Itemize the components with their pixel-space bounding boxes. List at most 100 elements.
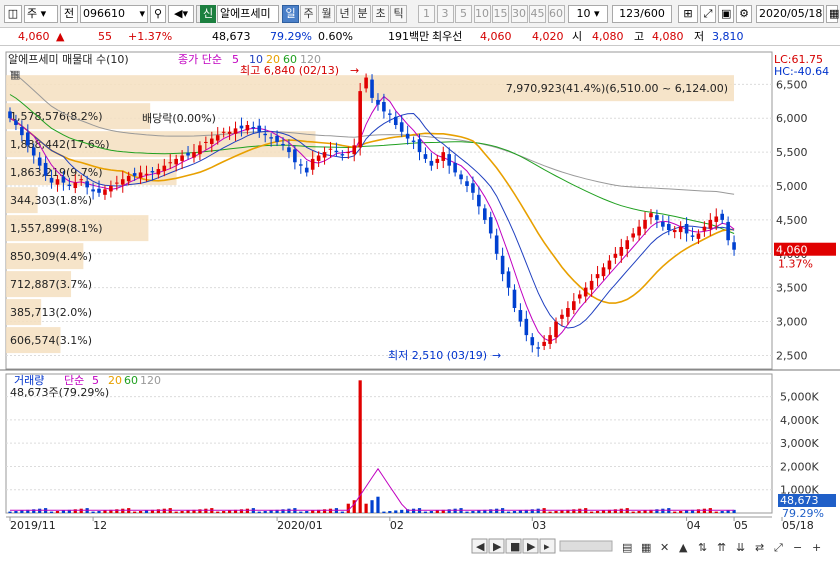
price-legend-title: 알에프세미 매물대 수(10) [8, 52, 129, 66]
candle-body [690, 235, 695, 237]
price: 4,060 [18, 30, 50, 43]
price-legend-ma-60: 60 [283, 53, 297, 66]
volume-bar [370, 500, 374, 513]
interval-select[interactable]: 10 ▾ [568, 5, 608, 23]
period-button-6[interactable]: 틱 [390, 5, 407, 23]
period-button-5[interactable]: 초 [372, 5, 389, 23]
volume-bar [287, 508, 291, 513]
period-button-3[interactable]: 년 [336, 5, 353, 23]
price-tick-label: 5,000 [776, 180, 808, 193]
volume-bar [435, 510, 439, 513]
candle-body [120, 179, 125, 185]
volume-bar [103, 510, 107, 513]
period-button-0[interactable]: 일 [282, 5, 299, 23]
date-input[interactable]: 2020/05/18 [756, 5, 824, 23]
draw-icon[interactable]: ⤢ [700, 5, 716, 23]
candle-body [55, 179, 60, 185]
volume-bar [684, 510, 689, 513]
speaker-icon[interactable]: ◀▾ [168, 5, 194, 23]
candle-body [619, 247, 624, 256]
interval-button-30[interactable]: 30 [510, 5, 528, 23]
gear-icon[interactable]: ⚙ [736, 5, 752, 23]
candle-body [109, 186, 113, 192]
interval-button-3[interactable]: 3 [436, 5, 454, 23]
volume-bar [465, 511, 469, 513]
candle-body [162, 165, 167, 172]
volume-bar [673, 511, 677, 513]
volume-bar [388, 511, 392, 513]
candle-body [8, 111, 12, 119]
interval-button-45[interactable]: 45 [529, 5, 546, 23]
volume-bar [548, 511, 552, 513]
volume-bar [180, 511, 184, 513]
volume-bar [305, 511, 309, 513]
layout-icon[interactable]: ◫ [4, 5, 22, 23]
candle-body [388, 113, 392, 115]
scroll-control-icon: ▸ [544, 540, 550, 553]
volume-bar [518, 510, 523, 513]
candle-body [732, 242, 736, 250]
volume-legend-ma-20: 20 [108, 374, 122, 387]
candle-body [471, 183, 475, 193]
interval-button-1[interactable]: 1 [418, 5, 435, 23]
best-ask-label: 최우선 [432, 30, 463, 43]
candle-body [103, 189, 107, 195]
candle-body [488, 217, 493, 234]
candle-body [275, 135, 279, 142]
candle-body [293, 149, 297, 163]
candle-body [577, 294, 582, 299]
candle-body [20, 127, 24, 136]
save-icon[interactable]: ▣ [718, 5, 734, 23]
interval-button-60[interactable]: 60 [547, 5, 565, 23]
candle-body [512, 289, 517, 308]
count-input[interactable]: 123/600 [612, 5, 672, 23]
search-icon[interactable]: ⚲ [150, 5, 166, 23]
count-value: 123 [619, 7, 641, 20]
indicator-icon[interactable]: ⊞ [678, 5, 698, 23]
volume-bar [429, 511, 433, 513]
type-select[interactable]: 주 ▾ [24, 5, 58, 23]
price-legend-ma: 종가 단순 [178, 53, 222, 66]
candle-body [678, 226, 683, 233]
interval-button-15[interactable]: 15 [492, 5, 509, 23]
candle-body [399, 122, 404, 132]
candle-body [67, 184, 72, 186]
candle-body [245, 125, 250, 131]
code-input[interactable]: 096610 ▾ [80, 5, 148, 23]
candle-body [720, 213, 724, 220]
tool-icon: ✕ [660, 541, 669, 554]
candle-body [560, 314, 564, 319]
chart-area[interactable]: 6,5006,0005,5005,0004,5004,0003,5003,000… [0, 47, 840, 558]
tool-icon: ⤢ [774, 541, 783, 554]
candle-body [91, 189, 95, 192]
volume-bar [97, 511, 101, 513]
candle-body [726, 221, 730, 241]
volume-bar [536, 508, 540, 513]
volume-bar [49, 511, 54, 513]
tool-icon: ⇅ [698, 541, 707, 554]
x-tick-label: 12 [93, 519, 107, 532]
period-button-4[interactable]: 분 [354, 5, 371, 23]
interval-button-10[interactable]: 10 [473, 5, 491, 23]
market-label[interactable]: 전 [60, 5, 78, 23]
interval-button-5[interactable]: 5 [455, 5, 472, 23]
calendar-icon[interactable]: ▦ [826, 5, 839, 23]
high-arrow-icon: → [350, 64, 359, 77]
period-button-2[interactable]: 월 [318, 5, 335, 23]
candle-body [607, 260, 612, 270]
volume-profile-label: 7,970,923(41.4%)(6,510.00 ~ 6,124.00) [506, 82, 728, 95]
stock-name[interactable]: 알에프세미 [217, 5, 279, 23]
volume-bar [661, 508, 665, 513]
candle-body [684, 223, 689, 234]
volume-bar [138, 511, 143, 513]
candle-body [115, 182, 119, 184]
candle-body [465, 181, 469, 186]
stock-chart[interactable]: 6,5006,0005,5005,0004,5004,0003,5003,000… [0, 47, 840, 558]
volume-bar [578, 508, 582, 513]
candle-body [328, 148, 333, 150]
candle-body [26, 132, 30, 146]
volume-bar [227, 510, 232, 513]
quote-bar: 4,060 ▲ 55 +1.37% 48,673 79.29% 0.60% 19… [0, 28, 840, 73]
period-button-1[interactable]: 주 [300, 5, 317, 23]
candle-body [370, 79, 374, 98]
